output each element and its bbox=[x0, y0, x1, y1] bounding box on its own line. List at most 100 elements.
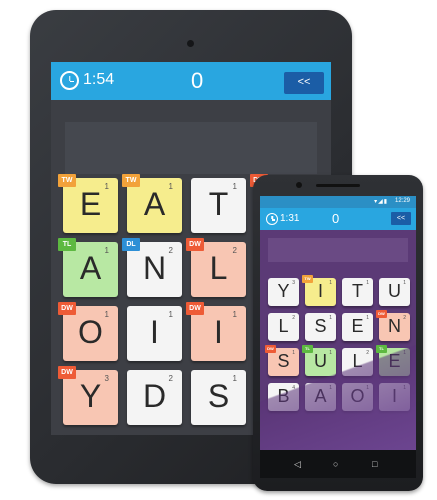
clock-icon bbox=[60, 71, 79, 90]
letter-tile[interactable]: L2 bbox=[268, 313, 299, 341]
tile-letter: E bbox=[388, 351, 401, 371]
tile-points: 1 bbox=[403, 280, 406, 286]
phone-top-bar: 1:31 0 << bbox=[260, 208, 416, 230]
tablet-camera bbox=[187, 40, 194, 47]
tablet-word-area bbox=[65, 122, 317, 174]
tile-points: 2 bbox=[403, 315, 406, 321]
tile-letter: S bbox=[207, 378, 230, 414]
letter-tile[interactable]: DW N 2 bbox=[376, 310, 410, 341]
tablet-top-bar: 1:54 0 << bbox=[51, 62, 331, 100]
letter-tile[interactable]: Y3 bbox=[268, 278, 299, 306]
letter-tile[interactable]: TL U 1 bbox=[302, 345, 336, 376]
letter-tile[interactable]: DW I 1 bbox=[186, 302, 246, 361]
phone-score: 0 bbox=[332, 211, 340, 226]
tile-letter: A bbox=[143, 186, 166, 222]
tile-points: 1 bbox=[366, 385, 369, 391]
tile-points: 2 bbox=[292, 315, 295, 321]
tile-letter: Y bbox=[79, 378, 102, 414]
phone-word-area bbox=[268, 238, 408, 262]
tile-letter: D bbox=[142, 378, 167, 414]
tile-points: 1 bbox=[366, 280, 369, 286]
letter-tile[interactable]: T1 bbox=[342, 278, 373, 306]
letter-tile[interactable]: O1 bbox=[342, 383, 373, 411]
tablet-back-button[interactable]: << bbox=[284, 72, 324, 94]
tile-points: 1 bbox=[168, 182, 173, 191]
tile-points: 1 bbox=[104, 182, 109, 191]
letter-tile[interactable]: DW O 1 bbox=[58, 302, 118, 361]
tile-points: 1 bbox=[232, 374, 237, 383]
tile-points: 4 bbox=[292, 385, 295, 391]
letter-tile[interactable]: TW E 1 bbox=[58, 174, 118, 233]
tile-points: 1 bbox=[366, 315, 369, 321]
tile-letter: N bbox=[142, 250, 167, 286]
tile-letter: I bbox=[214, 314, 223, 350]
tile-points: 1 bbox=[104, 310, 109, 319]
letter-tile[interactable]: TL E 1 bbox=[376, 345, 410, 376]
phone-screen: ▾◢▮ 12:29 1:31 0 << Y 3 TW I 1 T 1 U 1 L 2 S 1 E 1 DW N 2… bbox=[260, 196, 416, 478]
tile-points: 1 bbox=[329, 385, 332, 391]
tile-points: 2 bbox=[168, 246, 173, 255]
tablet-timer: 1:54 bbox=[83, 71, 115, 88]
tile-letter: A bbox=[79, 250, 102, 286]
tile-letter: L bbox=[352, 351, 363, 371]
tile-letter: T bbox=[208, 186, 229, 222]
letter-tile[interactable]: I1 bbox=[379, 383, 410, 411]
tile-letter: O bbox=[78, 314, 103, 350]
tile-points: 1 bbox=[232, 182, 237, 191]
letter-tile[interactable]: E1 bbox=[342, 313, 373, 341]
tile-points: 1 bbox=[329, 315, 332, 321]
phone-back-button[interactable]: << bbox=[391, 212, 411, 225]
tile-letter: E bbox=[79, 186, 102, 222]
signal-battery-icons: ▾◢▮ bbox=[374, 199, 388, 205]
tablet-score: 0 bbox=[191, 68, 204, 93]
letter-tile[interactable]: D2 bbox=[127, 370, 182, 425]
clock-icon bbox=[266, 213, 278, 225]
phone-status-bar: ▾◢▮ 12:29 bbox=[260, 196, 416, 208]
letter-tile[interactable]: A1 bbox=[305, 383, 336, 411]
tile-letter: I bbox=[150, 314, 159, 350]
android-nav-bar: ◁ ○ □ bbox=[260, 450, 416, 478]
letter-tile[interactable]: B4 bbox=[268, 383, 299, 411]
tile-points: 1 bbox=[329, 280, 332, 286]
bonus-badge: DW bbox=[265, 345, 276, 353]
letter-tile[interactable]: TW I 1 bbox=[302, 275, 336, 306]
tile-letter: I bbox=[391, 386, 397, 406]
letter-tile[interactable]: DW S 1 bbox=[265, 345, 299, 376]
phone-status-time: 12:29 bbox=[394, 198, 410, 204]
letter-tile[interactable]: L2 bbox=[342, 348, 373, 376]
nav-back-icon[interactable]: ◁ bbox=[294, 459, 301, 469]
tile-points: 3 bbox=[292, 280, 295, 286]
tile-letter: U bbox=[314, 351, 327, 371]
nav-home-icon[interactable]: ○ bbox=[333, 459, 338, 469]
letter-tile[interactable]: S1 bbox=[305, 313, 336, 341]
tile-points: 1 bbox=[403, 350, 406, 356]
tile-points: 1 bbox=[403, 385, 406, 391]
tile-points: 1 bbox=[232, 310, 237, 319]
tile-letter: O bbox=[350, 386, 365, 406]
phone-game-area: Y 3 TW I 1 T 1 U 1 L 2 S 1 E 1 DW N 2 DW S 1 TL U 1 L 2 TL E 1 B 4 A 1 O 1… bbox=[260, 230, 416, 450]
letter-tile[interactable]: DW L 2 bbox=[186, 238, 246, 297]
phone-camera bbox=[296, 182, 302, 188]
tile-points: 2 bbox=[168, 374, 173, 383]
phone-timer: 1:31 bbox=[280, 213, 300, 224]
bonus-badge: TL bbox=[302, 345, 313, 353]
tile-letter: B bbox=[277, 386, 290, 406]
tile-points: 1 bbox=[168, 310, 173, 319]
tile-points: 3 bbox=[104, 374, 109, 383]
letter-tile[interactable]: DL N 2 bbox=[122, 238, 182, 297]
nav-recent-icon[interactable]: □ bbox=[372, 459, 377, 469]
tile-points: 1 bbox=[104, 246, 109, 255]
tile-letter: L bbox=[209, 250, 228, 286]
letter-tile[interactable]: I1 bbox=[127, 306, 182, 361]
letter-tile[interactable]: S1 bbox=[191, 370, 246, 425]
letter-tile[interactable]: DW Y 3 bbox=[58, 366, 118, 425]
letter-tile[interactable]: TL A 1 bbox=[58, 238, 118, 297]
letter-tile[interactable]: T1 bbox=[191, 178, 246, 233]
letter-tile[interactable]: TW A 1 bbox=[122, 174, 182, 233]
tile-points: 2 bbox=[232, 246, 237, 255]
letter-tile[interactable]: U1 bbox=[379, 278, 410, 306]
phone-device: ▾◢▮ 12:29 1:31 0 << Y 3 TW I 1 T 1 U 1 L 2 S 1 E 1 DW N 2… bbox=[253, 175, 423, 491]
tile-letter: S bbox=[277, 351, 290, 371]
tile-points: 1 bbox=[292, 350, 295, 356]
tile-letter: A bbox=[314, 386, 327, 406]
